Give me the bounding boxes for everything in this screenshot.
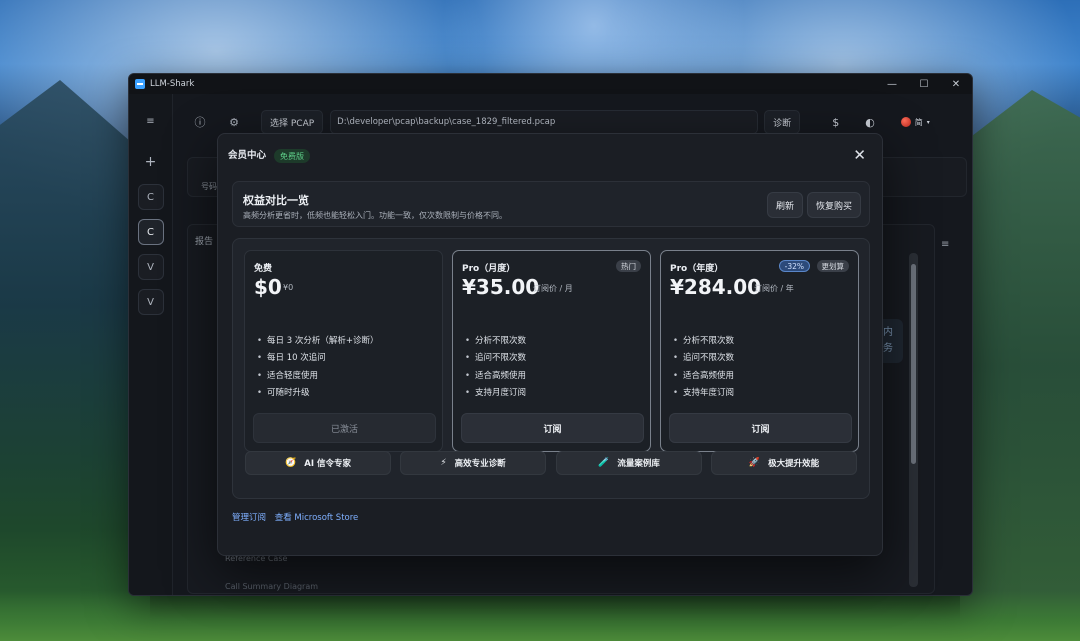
perk-diagnosis: ⚡ 高效专业诊断 (400, 451, 546, 475)
plan-unit: ¥0 (283, 283, 294, 292)
menu-icon[interactable]: ≡ (138, 108, 164, 134)
app-logo-icon (135, 79, 145, 89)
plan-unit: 订阅价 / 月 (533, 284, 573, 293)
microsoft-store-link[interactable]: 查看 Microsoft Store (275, 513, 359, 523)
sidebar-item-c2[interactable]: C (137, 219, 164, 245)
perk-label: 流量案例库 (617, 459, 660, 469)
select-pcap-button[interactable]: 选择 PCAP (261, 110, 324, 134)
minimize-button[interactable]: — (876, 74, 908, 94)
plan-features: 分析不限次数 追问不限次数 适合高频使用 支持月度订阅 (465, 333, 526, 402)
plan-name: Pro（月度） (462, 264, 516, 274)
feature-item: 适合轻度使用 (257, 368, 378, 385)
plans-container: 免费 $0 ¥0 每日 3 次分析（解析+诊断） 每日 10 次追问 适合轻度使… (232, 238, 870, 499)
feature-item: 追问不限次数 (673, 350, 734, 367)
activated-button[interactable]: 已激活 (253, 413, 436, 443)
feature-item: 分析不限次数 (465, 333, 526, 350)
compass-icon: 🧭 (285, 458, 297, 468)
plan-name: Pro（年度） (670, 264, 724, 274)
maximize-button[interactable]: ☐ (908, 74, 940, 94)
plan-card-yearly: Pro（年度） -32% 更划算 ¥284.00 订阅价 / 年 分析不限次数 … (660, 250, 859, 452)
report-label: 报告 (195, 237, 214, 247)
plan-features: 分析不限次数 追问不限次数 适合高频使用 支持年度订阅 (673, 333, 734, 402)
feature-item: 追问不限次数 (465, 350, 526, 367)
add-icon[interactable]: + (138, 149, 164, 175)
sidebar-item-v1[interactable]: V (137, 254, 164, 280)
restore-purchase-button[interactable]: 恢复购买 (807, 192, 862, 218)
subscribe-yearly-button[interactable]: 订阅 (669, 413, 852, 443)
feature-item: 分析不限次数 (673, 333, 734, 350)
settings-icon[interactable]: ⚙ (227, 115, 241, 129)
refresh-button[interactable]: 刷新 (767, 192, 804, 218)
diagnose-button[interactable]: 诊断 (764, 110, 801, 134)
rocket-icon: 🚀 (748, 458, 761, 468)
info-icon[interactable]: ⓘ (193, 115, 207, 129)
perk-efficiency: 🚀 极大提升效能 (711, 451, 857, 475)
sidebar: ≡ + C C V V (129, 94, 173, 595)
scrollbar-thumb[interactable] (911, 264, 916, 464)
chevron-down-icon: ▾ (926, 118, 930, 126)
membership-modal: 会员中心 免费版 ✕ 权益对比一览 高频分析更省时，低频也能轻松入门。功能一致，… (217, 133, 883, 556)
window-title: LLM-Shark (150, 79, 195, 89)
plan-price: ¥284.00 (670, 275, 762, 299)
sidebar-item-c1[interactable]: C (137, 184, 164, 210)
chip-line: 内 (883, 327, 893, 338)
dollar-icon[interactable]: $ (832, 116, 839, 129)
plan-card-monthly: Pro（月度） 热门 ¥35.00 订阅价 / 月 分析不限次数 追问不限次数 … (452, 250, 651, 452)
wallpaper-ground (0, 591, 1080, 641)
report-menu-icon[interactable]: ≡ (941, 239, 949, 250)
footer-links: 管理订阅 查看 Microsoft Store (232, 511, 364, 523)
chip-line: 务 (883, 343, 893, 354)
theme-toggle-icon[interactable]: ◐ (865, 116, 875, 129)
pcap-path-input[interactable] (330, 110, 759, 134)
background-label: 号码 (201, 182, 217, 191)
window-controls: — ☐ ✕ (876, 74, 972, 94)
discount-tag: -32% (778, 260, 810, 272)
perk-case-library: 🧪 流量案例库 (556, 451, 702, 475)
sidebar-item-v2[interactable]: V (137, 289, 164, 315)
plan-price: ¥35.00 (462, 275, 540, 299)
toolbar-right: $ ◐ 简 ▾ (806, 116, 930, 129)
modal-title: 会员中心 (228, 150, 267, 161)
title-bar: LLM-Shark — ☐ ✕ (129, 74, 972, 94)
close-icon[interactable]: ✕ (853, 146, 866, 164)
feature-item: 每日 3 次分析（解析+诊断） (257, 333, 378, 350)
perk-ai-expert: 🧭 AI 信令专家 (245, 451, 391, 475)
compare-subtitle: 高频分析更省时，低频也能轻松入门。功能一致，仅次数限制与价格不同。 (243, 211, 507, 220)
perk-label: 高效专业诊断 (454, 459, 506, 469)
wallpaper-mountain-right (960, 90, 1080, 641)
compare-title: 权益对比一览 (243, 194, 309, 207)
language-label: 简 (914, 117, 923, 127)
plan-unit: 订阅价 / 年 (754, 284, 794, 293)
benefits-compare-card: 权益对比一览 高频分析更省时，低频也能轻松入门。功能一致，仅次数限制与价格不同。… (232, 181, 870, 227)
reference-case-label-2: Call Summary Diagram (225, 582, 319, 591)
hot-tag: 热门 (616, 260, 641, 272)
manage-subscription-link[interactable]: 管理订阅 (232, 513, 266, 523)
perk-label: 极大提升效能 (768, 459, 820, 469)
perk-label: AI 信令专家 (304, 459, 351, 469)
language-flag-icon (900, 117, 911, 127)
close-window-button[interactable]: ✕ (940, 74, 972, 94)
plan-card-free: 免费 $0 ¥0 每日 3 次分析（解析+诊断） 每日 10 次追问 适合轻度使… (244, 250, 443, 452)
plan-price: $0 (254, 275, 282, 299)
feature-item: 适合高频使用 (465, 368, 526, 385)
plan-name: 免费 (254, 264, 273, 274)
feature-item: 适合高频使用 (673, 368, 734, 385)
plan-features: 每日 3 次分析（解析+诊断） 每日 10 次追问 适合轻度使用 可随时升级 (257, 333, 378, 402)
feature-item: 每日 10 次追问 (257, 350, 378, 367)
lightning-icon: ⚡ (440, 458, 447, 468)
feature-item: 支持月度订阅 (465, 385, 526, 402)
feature-item: 支持年度订阅 (673, 385, 734, 402)
language-selector[interactable]: 简 ▾ (900, 117, 930, 128)
test-tube-icon: 🧪 (598, 458, 610, 468)
better-value-tag: 更划算 (816, 260, 849, 272)
subscribe-monthly-button[interactable]: 订阅 (461, 413, 644, 443)
free-plan-badge: 免费版 (274, 149, 310, 163)
feature-item: 可随时升级 (257, 385, 378, 402)
